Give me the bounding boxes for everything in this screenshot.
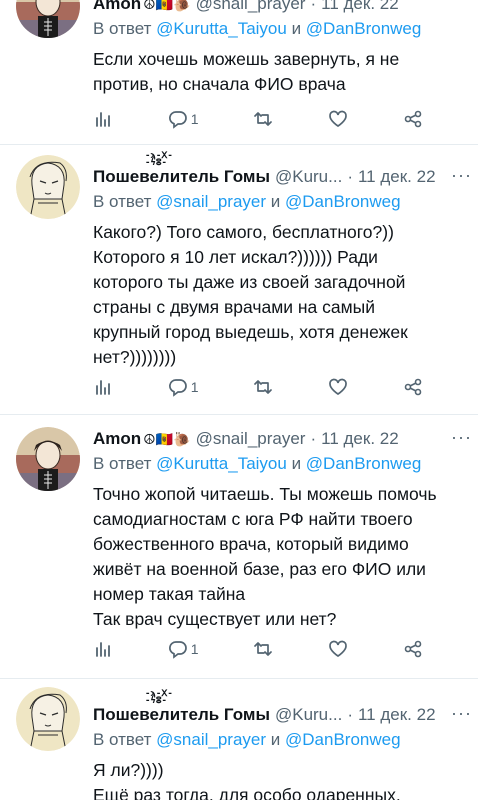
tweet-text: Если хочешь можешь завернуть, я не проти… bbox=[93, 49, 400, 94]
tweet-actions: 1 bbox=[93, 107, 423, 131]
separator-dot: · bbox=[347, 705, 353, 724]
tweet-actions: 1 bbox=[93, 637, 423, 661]
reply-button[interactable]: 1 bbox=[168, 109, 199, 129]
tweet-date[interactable]: 11 дек. 22 bbox=[321, 0, 399, 14]
retweet-icon bbox=[254, 112, 273, 126]
reply-prefix: В ответ bbox=[93, 192, 157, 211]
mention-link[interactable]: @DanBronweg bbox=[306, 19, 422, 38]
share-icon bbox=[404, 378, 422, 396]
separator-dot: · bbox=[347, 167, 353, 186]
mention-link[interactable]: @DanBronweg bbox=[285, 192, 401, 211]
avatar-image bbox=[16, 155, 80, 219]
reply-button[interactable]: 1 bbox=[168, 639, 199, 659]
bar-chart-icon bbox=[96, 380, 110, 395]
reply-bubble-icon bbox=[168, 379, 187, 397]
separator-dot: · bbox=[310, 429, 317, 448]
views-button[interactable] bbox=[93, 109, 113, 129]
avatar-image bbox=[16, 427, 80, 491]
separator-dot: · bbox=[310, 0, 317, 13]
reply-context: В ответ @snail_prayer и @DanBronweg bbox=[93, 192, 466, 212]
tweet[interactable]: Пошевелитель Гомы -ϡ-ⵝ- -ϟⵓ- @Kuru... · 1… bbox=[0, 145, 478, 415]
tweet[interactable]: Пошевелитель Гомы -ϡ-ⵝ- -ϟⵓ- @Kuru... · 1… bbox=[0, 679, 478, 800]
reply-and: и bbox=[266, 730, 285, 749]
tweet-text: Какого?) Того самого, бесплатного?)) Кот… bbox=[93, 222, 408, 367]
share-icon bbox=[404, 640, 422, 658]
name-emoji: ☮🇲🇩🐌 bbox=[143, 0, 191, 12]
reply-and: и bbox=[266, 192, 285, 211]
retweet-button[interactable] bbox=[253, 639, 273, 659]
mention-link[interactable]: @DanBronweg bbox=[285, 730, 401, 749]
name-emoji: ☮🇲🇩🐌 bbox=[143, 431, 191, 447]
mention-link[interactable]: @snail_prayer bbox=[156, 730, 266, 749]
name-decoration: -ϡ-ⵝ- -ϟⵓ- bbox=[145, 689, 173, 706]
tweet-header: Amon ☮🇲🇩🐌 @snail_prayer · 11 дек. 22 bbox=[93, 427, 466, 451]
tweet-actions: 1 bbox=[93, 375, 423, 399]
avatar[interactable] bbox=[16, 427, 80, 491]
reply-and: и bbox=[286, 19, 306, 38]
bar-chart-icon bbox=[96, 642, 110, 657]
reply-prefix: В ответ bbox=[93, 19, 157, 38]
tweet-date[interactable]: 11 дек. 22 bbox=[358, 705, 436, 725]
heart-icon bbox=[329, 378, 348, 396]
reply-button[interactable]: 1 bbox=[168, 377, 199, 397]
tweet-date[interactable]: 11 дек. 22 bbox=[358, 167, 436, 187]
user-handle[interactable]: @snail_prayer bbox=[196, 429, 306, 449]
reply-count: 1 bbox=[190, 641, 199, 657]
tweet-header: Пошевелитель Гомы -ϡ-ⵝ- -ϟⵓ- @Kuru... · 1… bbox=[93, 690, 466, 727]
share-button[interactable] bbox=[403, 639, 423, 659]
views-button[interactable] bbox=[93, 639, 113, 659]
like-button[interactable] bbox=[328, 639, 348, 659]
avatar-image bbox=[16, 0, 80, 38]
tweet-header: Пошевелитель Гомы -ϡ-ⵝ- -ϟⵓ- @Kuru... · 1… bbox=[93, 152, 466, 189]
reply-count: 1 bbox=[190, 111, 199, 127]
heart-icon bbox=[329, 110, 348, 128]
avatar[interactable] bbox=[16, 687, 80, 751]
reply-context: В ответ @Kurutta_Taiyou и @DanBronweg bbox=[93, 454, 466, 474]
reply-bubble-icon bbox=[168, 641, 187, 659]
reply-context: В ответ @Kurutta_Taiyou и @DanBronweg bbox=[93, 19, 466, 39]
display-name[interactable]: Пошевелитель Гомы -ϡ-ⵝ- -ϟⵓ- bbox=[93, 152, 270, 187]
tweet-text: Я ли?)))) Ещё раз тогда, для особо одаре… bbox=[93, 760, 401, 800]
heart-icon bbox=[329, 640, 348, 658]
display-name[interactable]: Amon ☮🇲🇩🐌 bbox=[93, 0, 191, 14]
reply-context: В ответ @snail_prayer и @DanBronweg bbox=[93, 730, 466, 750]
avatar[interactable] bbox=[16, 0, 80, 38]
user-handle[interactable]: @Kuru... bbox=[275, 167, 342, 187]
views-button[interactable] bbox=[93, 377, 113, 397]
more-dots-icon[interactable]: ··· bbox=[451, 703, 472, 724]
name-decoration: -ϡ-ⵝ- -ϟⵓ- bbox=[145, 151, 173, 168]
reply-and: и bbox=[286, 454, 306, 473]
avatar-image bbox=[16, 687, 80, 751]
avatar[interactable] bbox=[16, 155, 80, 219]
like-button[interactable] bbox=[328, 109, 348, 129]
display-name[interactable]: Пошевелитель Гомы -ϡ-ⵝ- -ϟⵓ- bbox=[93, 690, 270, 725]
tweet-date[interactable]: 11 дек. 22 bbox=[321, 429, 399, 449]
tweet[interactable]: Amon ☮🇲🇩🐌 @snail_prayer · 11 дек. 22 В от… bbox=[0, 415, 478, 685]
more-dots-icon[interactable]: ··· bbox=[451, 427, 472, 448]
like-button[interactable] bbox=[328, 377, 348, 397]
reply-bubble-icon bbox=[168, 111, 187, 129]
retweet-button[interactable] bbox=[253, 109, 273, 129]
user-handle[interactable]: @Kuru... bbox=[275, 705, 342, 725]
mention-link[interactable]: @snail_prayer bbox=[156, 192, 266, 211]
tweet-header: Amon ☮🇲🇩🐌 @snail_prayer · 11 дек. 22 bbox=[93, 0, 466, 16]
retweet-button[interactable] bbox=[253, 377, 273, 397]
retweet-icon bbox=[254, 380, 273, 394]
mention-link[interactable]: @DanBronweg bbox=[306, 454, 422, 473]
reply-prefix: В ответ bbox=[93, 730, 157, 749]
retweet-icon bbox=[254, 642, 273, 656]
share-button[interactable] bbox=[403, 109, 423, 129]
tweet[interactable]: Amon ☮🇲🇩🐌 @snail_prayer · 11 дек. 22 В от… bbox=[0, 0, 478, 141]
mention-link[interactable]: @Kurutta_Taiyou bbox=[156, 19, 287, 38]
bar-chart-icon bbox=[96, 112, 110, 127]
reply-prefix: В ответ bbox=[93, 454, 157, 473]
mention-link[interactable]: @Kurutta_Taiyou bbox=[156, 454, 287, 473]
share-button[interactable] bbox=[403, 377, 423, 397]
user-handle[interactable]: @snail_prayer bbox=[196, 0, 306, 14]
display-name[interactable]: Amon ☮🇲🇩🐌 bbox=[93, 429, 191, 449]
more-dots-icon[interactable]: ··· bbox=[451, 165, 472, 186]
tweet-text: Точно жопой читаешь. Ты можешь помочь са… bbox=[93, 484, 437, 629]
reply-count: 1 bbox=[190, 379, 199, 395]
share-icon bbox=[404, 110, 422, 128]
